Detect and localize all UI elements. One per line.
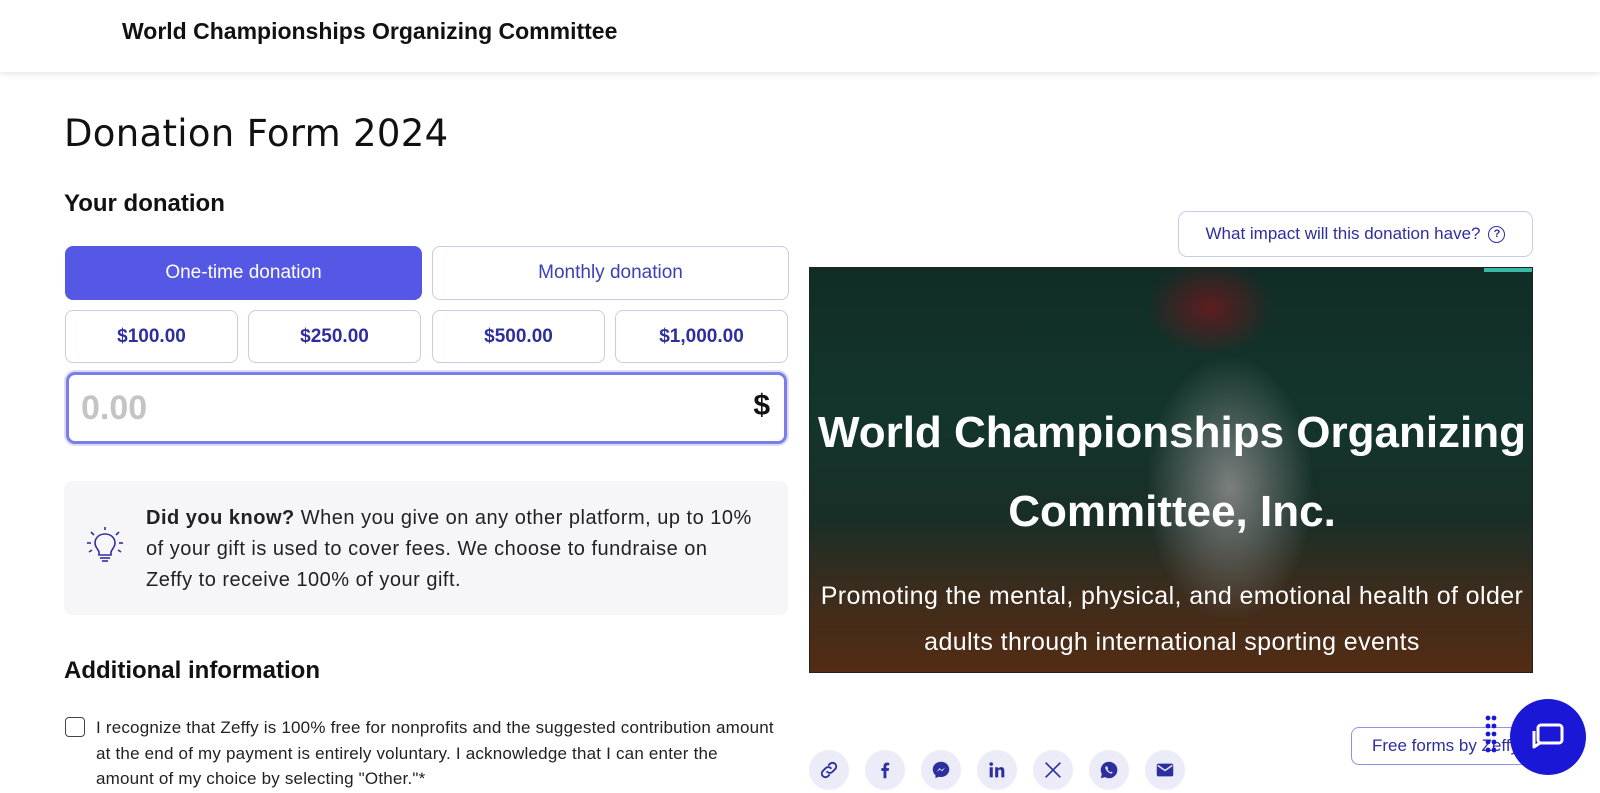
- one-time-donation-button[interactable]: One-time donation: [65, 246, 422, 300]
- did-you-know-text: Did you know? When you give on any other…: [146, 503, 756, 596]
- custom-amount-input[interactable]: [81, 385, 721, 431]
- hero-accent-bar: [1484, 268, 1532, 272]
- amount-option-100[interactable]: $100.00: [65, 310, 238, 363]
- email-icon[interactable]: [1145, 750, 1185, 790]
- messenger-icon[interactable]: [921, 750, 961, 790]
- lightbulb-icon: [87, 527, 123, 562]
- top-bar: World Championships Organizing Committee: [0, 0, 1600, 72]
- hero-banner: World Championships Organizing Committee…: [809, 267, 1533, 673]
- hero-title: World Championships Organizing Committee…: [817, 408, 1527, 536]
- amount-option-1000[interactable]: $1,000.00: [615, 310, 788, 363]
- your-donation-heading: Your donation: [64, 190, 225, 217]
- consent-text: I recognize that Zeffy is 100% free for …: [96, 718, 774, 788]
- organization-name: World Championships Organizing Committee: [122, 18, 618, 44]
- amount-option-250[interactable]: $250.00: [248, 310, 421, 363]
- page-title: Donation Form 2024: [64, 112, 449, 155]
- hero-subtitle: Promoting the mental, physical, and emot…: [820, 582, 1524, 656]
- consent-checkbox[interactable]: [65, 717, 85, 737]
- did-you-know-callout: Did you know? When you give on any other…: [64, 481, 788, 615]
- donation-impact-button[interactable]: What impact will this donation have? ?: [1178, 211, 1533, 257]
- donation-impact-label: What impact will this donation have?: [1205, 224, 1481, 243]
- chat-button[interactable]: [1510, 699, 1586, 775]
- chat-icon: [1532, 723, 1564, 749]
- additional-information-heading: Additional information: [64, 657, 320, 684]
- custom-amount-field[interactable]: $: [66, 372, 787, 444]
- x-icon[interactable]: [1033, 750, 1073, 790]
- did-you-know-label: Did you know?: [146, 507, 295, 529]
- linkedin-icon[interactable]: [977, 750, 1017, 790]
- whatsapp-icon[interactable]: [1089, 750, 1129, 790]
- drag-handle-icon[interactable]: [1484, 714, 1498, 758]
- amount-option-500[interactable]: $500.00: [432, 310, 605, 363]
- share-buttons: [809, 750, 1185, 790]
- monthly-donation-button[interactable]: Monthly donation: [432, 246, 789, 300]
- currency-symbol: $: [753, 389, 770, 422]
- question-icon: ?: [1488, 225, 1506, 243]
- link-icon[interactable]: [809, 750, 849, 790]
- facebook-icon[interactable]: [865, 750, 905, 790]
